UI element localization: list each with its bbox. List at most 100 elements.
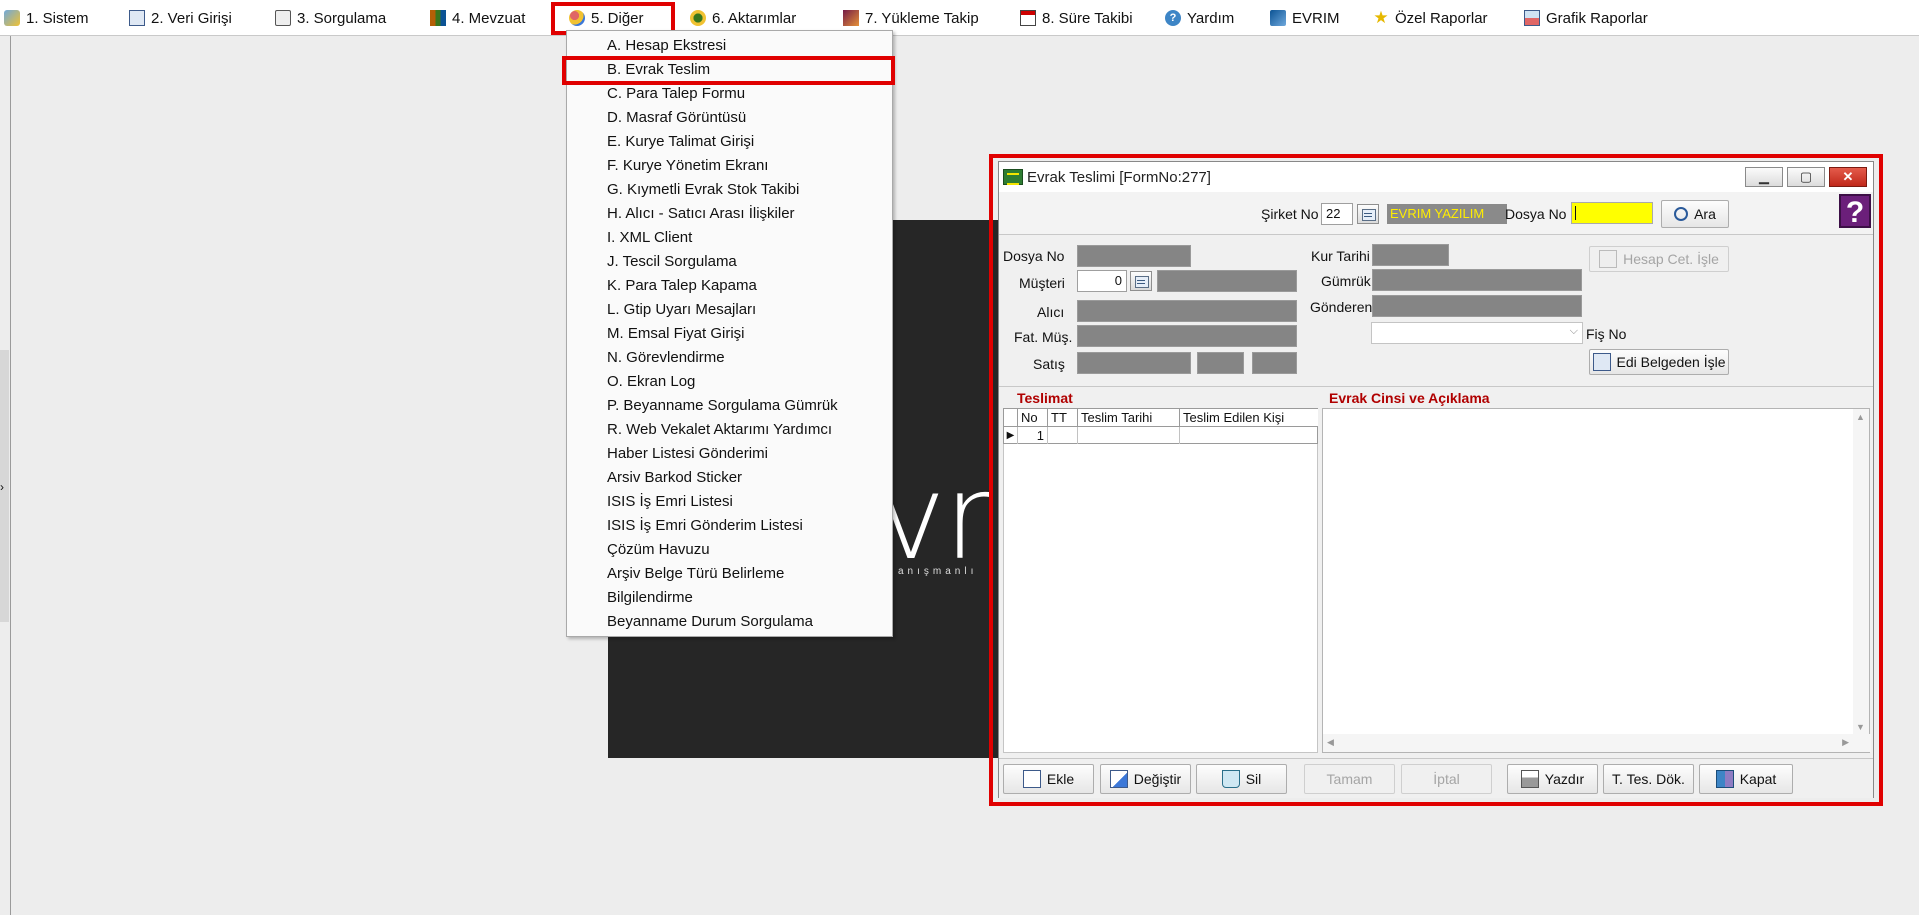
menu-mevzuat[interactable]: 4. Mevzuat	[430, 8, 525, 28]
musteri-label: Müşteri	[1019, 275, 1065, 291]
menu-item-para-talep-kapama[interactable]: K. Para Talep Kapama	[607, 276, 757, 296]
menu-item-gorevlendirme[interactable]: N. Görevlendirme	[607, 348, 725, 368]
hesap-cet-isle-button[interactable]: Hesap Cet. İşle	[1589, 246, 1729, 272]
menu-item-haber-listesi[interactable]: Haber Listesi Gönderimi	[607, 444, 768, 464]
menu-item-bilgilendirme[interactable]: Bilgilendirme	[607, 588, 693, 608]
data-entry-icon	[129, 10, 145, 26]
table-cell-teslim-edilen-kisi[interactable]	[1180, 427, 1318, 445]
menu-sure-takibi[interactable]: 8. Süre Takibi	[1020, 8, 1133, 28]
table-cell-teslim-tarihi[interactable]	[1078, 427, 1180, 445]
expand-arrow-icon[interactable]: ›	[0, 480, 4, 494]
menu-ozel-raporlar[interactable]: ★ Özel Raporlar	[1373, 8, 1487, 28]
scroll-right-icon[interactable]: ▶	[1842, 737, 1849, 748]
scroll-up-icon[interactable]: ▲	[1856, 412, 1865, 422]
chart-report-icon	[1524, 10, 1540, 26]
musteri-code-input[interactable]: 0	[1077, 270, 1127, 292]
menu-sistem[interactable]: 1. Sistem	[4, 8, 89, 28]
menu-item-isis-is-emri[interactable]: ISIS İş Emri Listesi	[607, 492, 733, 512]
edi-belgeden-isle-button[interactable]: Edi Belgeden İşle	[1589, 349, 1729, 375]
degistir-button[interactable]: Değiştir	[1100, 764, 1191, 794]
menu-sorgulama[interactable]: 3. Sorgulama	[275, 8, 386, 28]
menu-item-tescil-sorgulama[interactable]: J. Tescil Sorgulama	[607, 252, 737, 272]
company-name-badge: EVRIM YAZILIM	[1387, 204, 1507, 224]
menu-veri-girisi[interactable]: 2. Veri Girişi	[129, 8, 232, 28]
exit-door-icon	[1715, 770, 1734, 788]
column-header-teslim-edilen-kisi[interactable]: Teslim Edilen Kişi	[1180, 409, 1318, 427]
column-header-tt[interactable]: TT	[1048, 409, 1078, 427]
dropdown-highlight-box	[562, 56, 895, 85]
menu-item-kurye-yonetim[interactable]: F. Kurye Yönetim Ekranı	[607, 156, 768, 176]
satis-label: Satış	[1033, 356, 1065, 372]
document-icon	[1599, 250, 1618, 268]
menu-item-masraf-goruntusu[interactable]: D. Masraf Görüntüsü	[607, 108, 746, 128]
menu-aktarimlar[interactable]: 6. Aktarımlar	[690, 8, 796, 28]
menu-yukleme-takip[interactable]: 7. Yükleme Takip	[843, 8, 979, 28]
scroll-left-icon[interactable]: ◀	[1327, 737, 1334, 748]
menu-evrim[interactable]: EVRIM	[1270, 8, 1340, 28]
diger-dropdown-menu: A. Hesap Ekstresi B. Evrak Teslim C. Par…	[566, 30, 893, 637]
yazdir-button[interactable]: Yazdır	[1507, 764, 1598, 794]
fis-select-dropdown[interactable]: ⌵	[1371, 322, 1583, 344]
menu-item-arsiv-belge-turu[interactable]: Arşiv Belge Türü Belirleme	[607, 564, 784, 584]
ekle-button[interactable]: Ekle	[1003, 764, 1094, 794]
menu-item-beyanname-sorgulama[interactable]: P. Beyanname Sorgulama Gümrük	[607, 396, 838, 416]
table-cell-tt[interactable]	[1048, 427, 1078, 445]
sil-label: Sil	[1245, 771, 1262, 787]
menu-item-arsiv-barkod[interactable]: Arsiv Barkod Sticker	[607, 468, 742, 488]
tamam-button[interactable]: Tamam	[1304, 764, 1395, 794]
teslimat-grid: No TT Teslim Tarihi Teslim Edilen Kişi ▶…	[1003, 408, 1318, 445]
window-titlebar[interactable]: Evrak Teslimi [FormNo:277] ▁ ▢ ✕	[999, 162, 1873, 192]
minimize-button[interactable]: ▁	[1745, 167, 1783, 187]
maximize-button[interactable]: ▢	[1787, 167, 1825, 187]
column-header-no[interactable]: No	[1018, 409, 1048, 427]
menu-item-xml-client[interactable]: I. XML Client	[607, 228, 692, 248]
main-menubar: 1. Sistem 2. Veri Girişi 3. Sorgulama 4.…	[0, 0, 1919, 36]
menu-item-isis-gonderim[interactable]: ISIS İş Emri Gönderim Listesi	[607, 516, 803, 536]
dosya-no-search-input[interactable]	[1571, 202, 1653, 224]
fat-mus-field	[1077, 325, 1297, 347]
horizontal-scrollbar[interactable]: ◀ ▶	[1323, 734, 1871, 752]
sirket-no-input[interactable]: 22	[1321, 203, 1353, 225]
kapat-button[interactable]: Kapat	[1699, 764, 1793, 794]
teslim-dokum-label: T. Tes. Dök.	[1612, 771, 1685, 787]
scroll-down-icon[interactable]: ▼	[1856, 722, 1865, 732]
teslimat-grid-body[interactable]	[1003, 444, 1318, 753]
sil-button[interactable]: Sil	[1196, 764, 1287, 794]
evrim-icon	[1270, 10, 1286, 26]
gonderen-label: Gönderen	[1310, 299, 1373, 315]
calendar-icon	[1020, 10, 1036, 26]
column-header-teslim-tarihi[interactable]: Teslim Tarihi	[1078, 409, 1180, 427]
menu-item-ekran-log[interactable]: O. Ekran Log	[607, 372, 695, 392]
ara-button[interactable]: Ara	[1661, 200, 1729, 228]
menu-item-web-vekalet[interactable]: R. Web Vekalet Aktarımı Yardımcı	[607, 420, 832, 440]
menu-yardim[interactable]: ? Yardım	[1165, 8, 1234, 28]
printer-icon	[1520, 770, 1539, 788]
gumruk-field	[1372, 269, 1582, 291]
menu-item-para-talep-formu[interactable]: C. Para Talep Formu	[607, 84, 745, 104]
menu-item-hesap-ekstresi[interactable]: A. Hesap Ekstresi	[607, 36, 726, 56]
menu-item-kiymetli-evrak[interactable]: G. Kıymetli Evrak Stok Takibi	[607, 180, 799, 200]
menu-item-cozum-havuzu[interactable]: Çözüm Havuzu	[607, 540, 710, 560]
fis-no-label: Fiş No	[1586, 326, 1627, 342]
table-cell-no[interactable]: 1	[1018, 427, 1048, 445]
menu-item-kurye-talimat[interactable]: E. Kurye Talimat Girişi	[607, 132, 754, 152]
dosya-no-field	[1077, 245, 1191, 267]
musteri-lookup-button[interactable]	[1130, 271, 1152, 291]
teslim-dokum-button[interactable]: T. Tes. Dök.	[1603, 764, 1694, 794]
menu-grafik-raporlar[interactable]: Grafik Raporlar	[1524, 8, 1648, 28]
close-button[interactable]: ✕	[1829, 167, 1867, 187]
teslimat-header: Teslimat	[1017, 390, 1073, 406]
menu-item-gtip-uyari[interactable]: L. Gtip Uyarı Mesajları	[607, 300, 756, 320]
vertical-scrollbar[interactable]: ▲ ▼	[1853, 409, 1869, 735]
evrak-aciklama-memo[interactable]: ▲ ▼ ◀ ▶	[1322, 408, 1871, 753]
menu-item-alici-satici[interactable]: H. Alıcı - Satıcı Arası İlişkiler	[607, 204, 795, 224]
degistir-label: Değiştir	[1133, 771, 1182, 787]
satis-field-2	[1197, 352, 1244, 374]
company-lookup-button[interactable]	[1357, 204, 1379, 224]
menu-label: 1. Sistem	[26, 9, 89, 27]
help-question-icon[interactable]: ?	[1839, 194, 1871, 229]
menu-label: 8. Süre Takibi	[1042, 9, 1133, 27]
menu-item-emsal-fiyat[interactable]: M. Emsal Fiyat Girişi	[607, 324, 745, 344]
iptal-button[interactable]: İptal	[1401, 764, 1492, 794]
menu-item-beyanname-durum[interactable]: Beyanname Durum Sorgulama	[607, 612, 813, 632]
